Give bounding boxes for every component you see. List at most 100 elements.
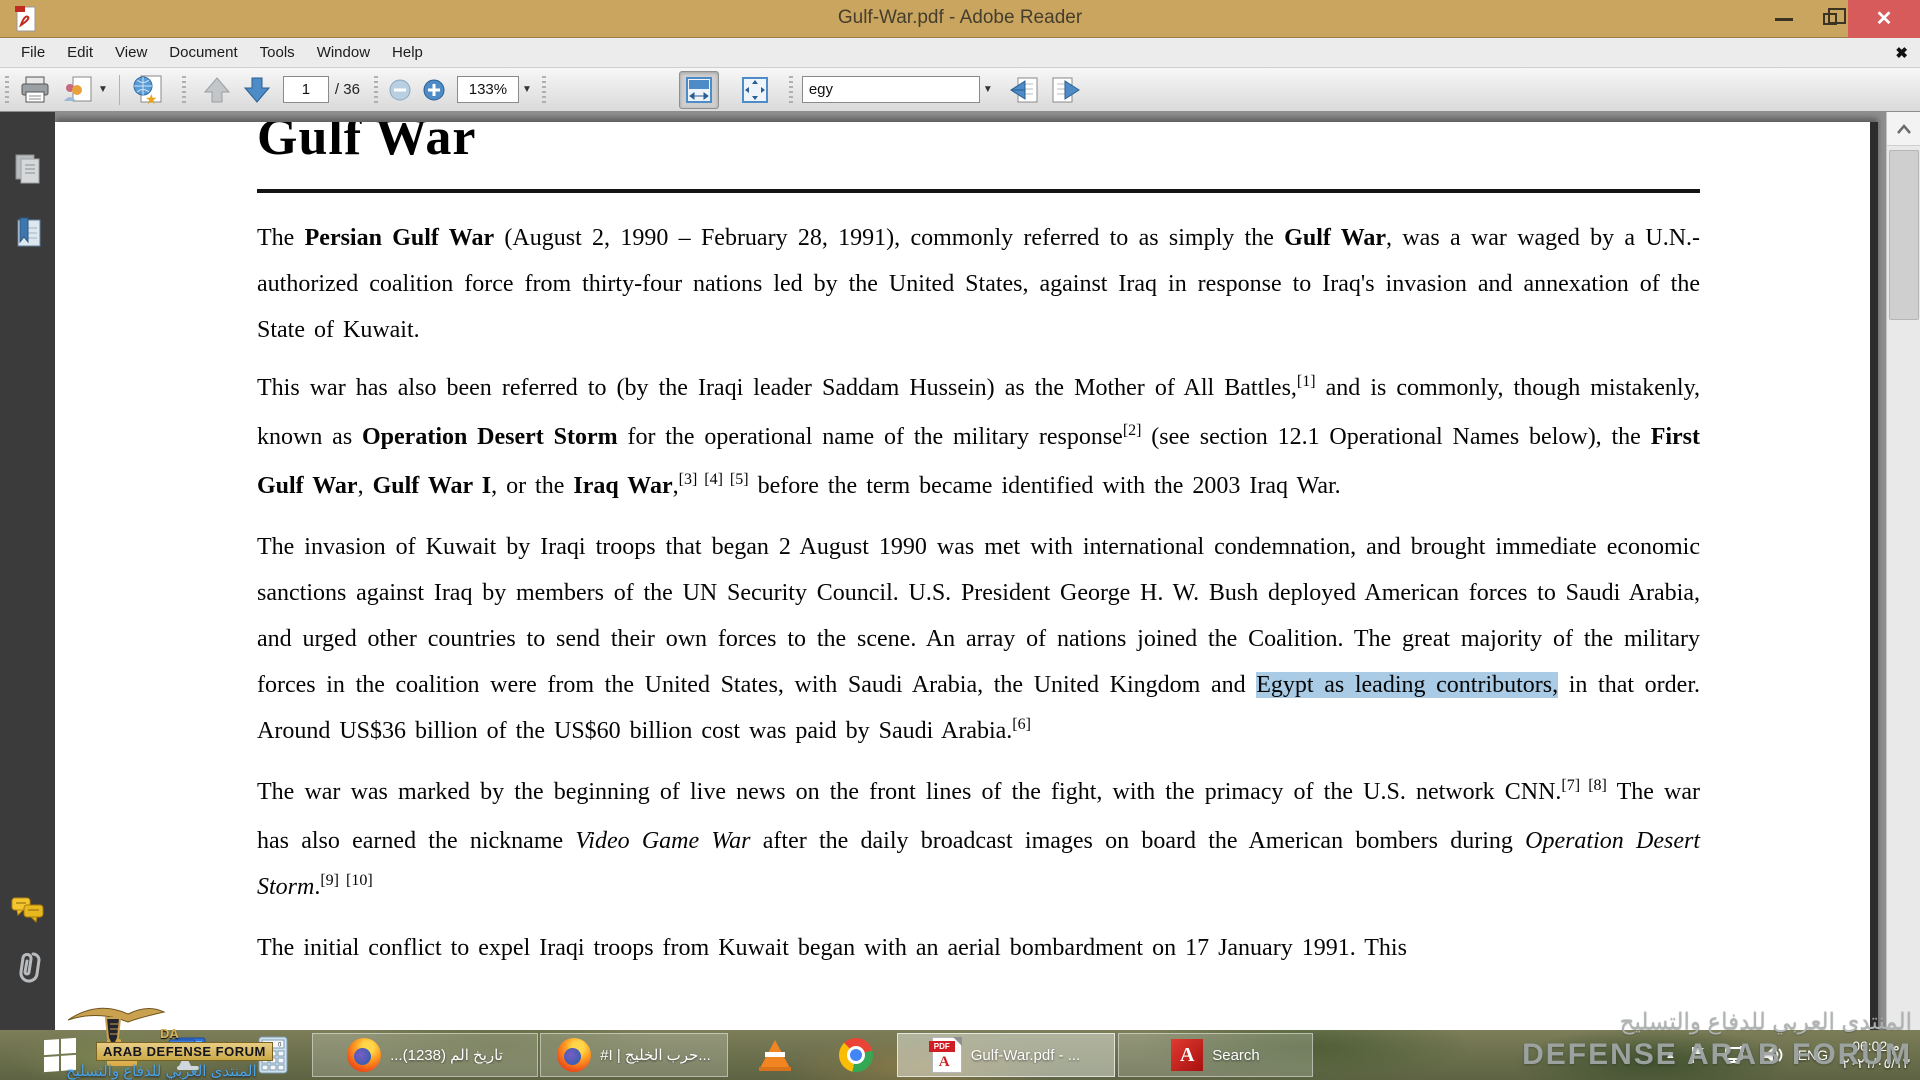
zoom-in-button[interactable]	[417, 71, 451, 109]
taskbar: 0 ...تاريخ الم (1238) #I | حرب الخليج...	[0, 1030, 1920, 1080]
fit-page-icon	[741, 76, 768, 103]
page-number-input[interactable]	[282, 76, 329, 103]
menu-edit[interactable]: Edit	[56, 40, 104, 65]
find-previous-icon	[1009, 77, 1038, 102]
minimize-button[interactable]	[1762, 0, 1806, 38]
toolbar-grip	[788, 75, 793, 104]
next-page-button[interactable]	[237, 71, 277, 109]
title-rule	[257, 189, 1700, 193]
taskbar-search-window[interactable]: A Search	[1118, 1033, 1313, 1077]
close-document-icon[interactable]: ✖	[1895, 44, 1908, 62]
search-dropdown-caret[interactable]: ▼	[983, 84, 993, 95]
adobe-reader-window: Gulf-War.pdf - Adobe Reader ✕ File Edit …	[0, 0, 1920, 1080]
paragraph: This war has also been referred to (by t…	[257, 373, 1701, 499]
fit-width-icon	[685, 76, 712, 103]
paragraph: The initial conflict to expel Iraqi troo…	[257, 935, 1407, 961]
toolbar-grip	[541, 75, 546, 104]
printer-icon	[21, 76, 49, 102]
folder-icon	[107, 1039, 137, 1066]
scrollbar-thumb[interactable]	[1889, 150, 1919, 320]
taskbar-window-label: ...تاريخ الم (1238)	[390, 1047, 503, 1064]
system-tray: ▲ ENG 06:02 م ٢٠٢١/٠٥/١٣	[1665, 1030, 1920, 1080]
find-next-icon	[1052, 77, 1080, 102]
paragraph: The invasion of Kuwait by Iraqi troops t…	[257, 534, 1700, 744]
document-paragraphs: The Persian Gulf War (August 2, 1990 – F…	[257, 215, 1700, 971]
menu-view[interactable]: View	[104, 40, 158, 65]
clock[interactable]: 06:02 م ٢٠٢١/٠٥/١٣	[1842, 1038, 1910, 1072]
taskbar-firefox-window-1[interactable]: ...تاريخ الم (1238)	[312, 1033, 538, 1077]
fit-width-button[interactable]	[678, 70, 719, 109]
find-previous-button[interactable]	[1003, 71, 1045, 109]
zoom-out-button[interactable]	[383, 71, 417, 109]
restore-button[interactable]	[1808, 0, 1852, 38]
taskbar-calculator[interactable]: 0	[248, 1033, 298, 1077]
title-bar: Gulf-War.pdf - Adobe Reader ✕	[0, 0, 1920, 38]
computer-keyboard-icon	[168, 1037, 206, 1070]
network-icon[interactable]	[1723, 1045, 1747, 1065]
arrow-down-icon	[243, 77, 270, 103]
search-highlight: Egypt as leading contributors,	[1256, 672, 1559, 698]
taskbar-file-explorer[interactable]	[100, 1033, 144, 1077]
bookmarks-icon	[17, 217, 40, 247]
fit-page-button[interactable]	[735, 71, 775, 109]
zoom-level-input[interactable]	[456, 76, 519, 103]
previous-page-button[interactable]	[197, 71, 237, 109]
attachments-panel-button[interactable]	[0, 944, 55, 990]
scroll-up-button[interactable]	[1887, 112, 1920, 146]
page-count-label: / 36	[334, 81, 360, 98]
menu-file[interactable]: File	[10, 40, 56, 65]
tray-time: 06:02 م	[1852, 1038, 1900, 1054]
pages-icon	[15, 154, 39, 184]
collaborate-online-button[interactable]: ★	[126, 71, 170, 109]
share-dropdown-caret[interactable]: ▼	[98, 84, 108, 95]
toolbar-grip	[5, 75, 9, 104]
bookmarks-panel-button[interactable]	[0, 210, 55, 256]
action-center-flag-icon[interactable]	[1689, 1045, 1709, 1065]
language-indicator[interactable]: ENG	[1798, 1047, 1828, 1063]
find-next-button[interactable]	[1045, 71, 1087, 109]
document-viewport: Gulf War The Persian Gulf War (August 2,…	[55, 112, 1886, 1030]
adobe-reader-icon: A	[1171, 1039, 1204, 1071]
document-title: Gulf War	[257, 122, 477, 166]
taskbar-vlc[interactable]	[752, 1033, 798, 1077]
taskbar-window-label: Gulf-War.pdf - ...	[970, 1046, 1081, 1064]
share-review-button[interactable]: ▼	[56, 71, 113, 109]
chrome-icon	[839, 1038, 873, 1072]
zoom-in-icon	[423, 79, 445, 100]
close-button[interactable]: ✕	[1848, 0, 1920, 38]
tray-date: ٢٠٢١/٠٥/١٣	[1842, 1055, 1910, 1071]
zoom-dropdown-caret[interactable]: ▼	[522, 84, 532, 95]
pdf-file-icon: PDF A	[928, 1037, 962, 1073]
toolbar: ▼ ★ / 36	[0, 68, 1920, 112]
menu-tools[interactable]: Tools	[249, 40, 306, 65]
paperclip-icon	[18, 952, 41, 983]
toolbar-grip	[181, 75, 186, 104]
comments-icon	[11, 897, 43, 924]
search-input[interactable]	[801, 76, 980, 103]
taskbar-firefox-window-2[interactable]: #I | حرب الخليج...	[540, 1033, 728, 1077]
pages-panel-button[interactable]	[0, 146, 55, 192]
firefox-icon	[557, 1038, 592, 1072]
windows-logo-icon	[44, 1037, 76, 1073]
calculator-icon: 0	[258, 1036, 288, 1074]
taskbar-window-label: Search	[1212, 1046, 1260, 1064]
vertical-scrollbar[interactable]	[1886, 112, 1920, 1030]
taskbar-window-label: #I | حرب الخليج...	[600, 1047, 711, 1064]
volume-icon[interactable]	[1761, 1045, 1785, 1065]
paragraph: The war was marked by the beginning of l…	[257, 777, 1701, 900]
print-button[interactable]	[14, 71, 56, 109]
firefox-icon	[347, 1038, 382, 1072]
window-title: Gulf-War.pdf - Adobe Reader	[837, 7, 1083, 28]
taskbar-remote-desktop[interactable]	[160, 1033, 214, 1077]
comments-panel-button[interactable]	[0, 888, 55, 934]
taskbar-chrome[interactable]	[832, 1033, 880, 1077]
menu-document[interactable]: Document	[158, 40, 248, 65]
show-hidden-icons-button[interactable]: ▲	[1665, 1049, 1676, 1061]
taskbar-pdf-window-active[interactable]: PDF A Gulf-War.pdf - ...	[897, 1033, 1115, 1077]
vlc-cone-icon	[759, 1040, 791, 1071]
share-review-icon	[64, 76, 92, 101]
navigation-sidebar	[0, 112, 55, 1030]
menu-help[interactable]: Help	[381, 40, 434, 65]
menu-window[interactable]: Window	[306, 40, 381, 65]
start-button[interactable]	[30, 1033, 90, 1077]
